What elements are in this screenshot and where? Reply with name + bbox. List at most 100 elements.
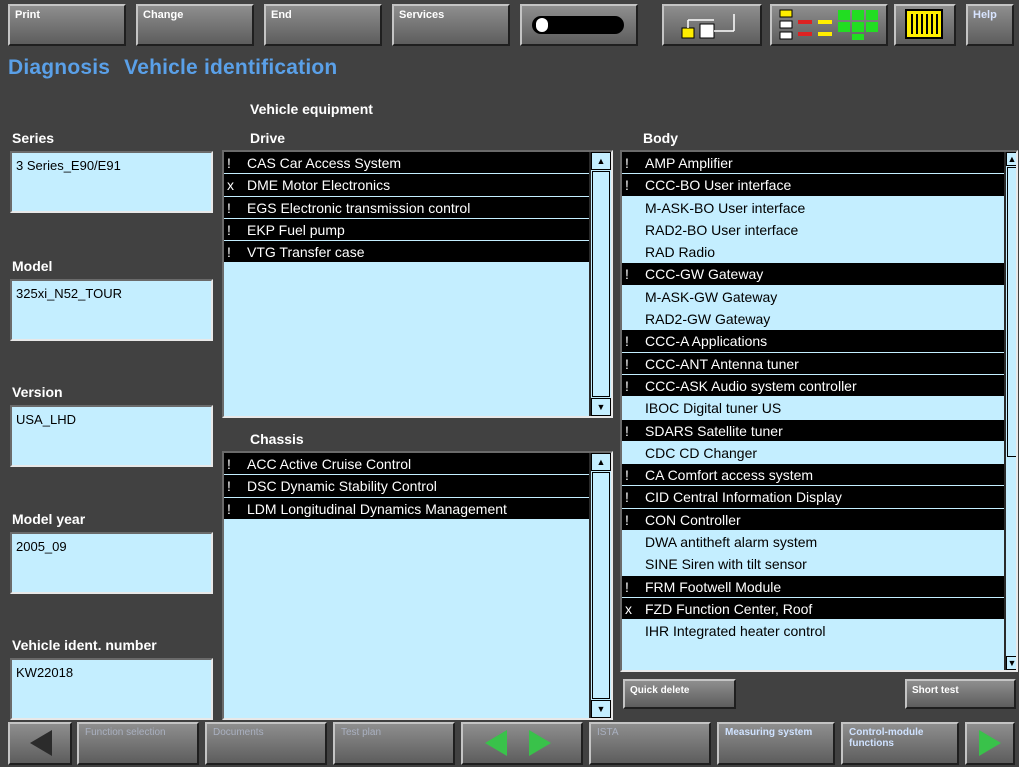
page-title: Diagnosis Vehicle identification	[8, 56, 337, 80]
list-item[interactable]: RAD2-GW Gateway	[622, 308, 1004, 330]
list-item[interactable]: CDC CD Changer	[622, 442, 1004, 464]
list-item-label: CCC-A Applications	[645, 333, 768, 350]
list-item[interactable]: ! CCC-BO User interface	[622, 174, 1004, 197]
body-list[interactable]: ! AMP Amplifier! CCC-BO User interface M-AS…	[620, 150, 1018, 672]
version-field: USA_LHD	[10, 405, 213, 467]
scroll-up-icon[interactable]: ▲	[1006, 152, 1016, 166]
list-item[interactable]: DWA antitheft alarm system	[622, 531, 1004, 553]
list-item-label: VTG Transfer case	[247, 244, 365, 261]
list-item[interactable]: M-ASK-BO User interface	[622, 197, 1004, 219]
list-item[interactable]: SINE Siren with tilt sensor	[622, 553, 1004, 575]
list-item[interactable]: ! CON Controller	[622, 508, 1004, 532]
list-item[interactable]: ! ACC Active Cruise Control	[224, 453, 589, 476]
section-title: Diagnosis	[8, 56, 111, 79]
list-item-label: IBOC Digital tuner US	[645, 400, 782, 417]
chassis-label: Chassis	[250, 431, 304, 447]
list-item[interactable]: ! VTG Transfer case	[224, 241, 589, 264]
status-mark: !	[625, 355, 629, 372]
list-item-label: FZD Function Center, Roof	[645, 600, 813, 617]
vin-field: KW22018	[10, 658, 213, 720]
green-arrow-right-icon[interactable]	[529, 730, 551, 756]
scroll-down-icon[interactable]: ▼	[1006, 656, 1016, 670]
connection-button[interactable]	[662, 4, 762, 46]
chassis-scrollbar[interactable]: ▲ ▼	[589, 453, 611, 718]
list-item[interactable]: ! CCC-A Applications	[622, 330, 1004, 353]
list-item[interactable]: M-ASK-GW Gateway	[622, 286, 1004, 308]
list-item[interactable]: ! CAS Car Access System	[224, 152, 589, 175]
measuring-system-button[interactable]: Measuring system	[717, 722, 835, 765]
status-mark: !	[227, 244, 231, 261]
scroll-up-icon[interactable]: ▲	[591, 453, 611, 471]
list-item[interactable]: ! LDM Longitudinal Dynamics Management	[224, 497, 589, 520]
end-button[interactable]: End	[264, 4, 382, 46]
list-item[interactable]: IHR Integrated heater control	[622, 620, 1004, 642]
change-button[interactable]: Change	[136, 4, 254, 46]
chassis-list[interactable]: ! ACC Active Cruise Control! DSC Dynamic S…	[222, 451, 613, 720]
status-indicator-button[interactable]	[770, 4, 888, 46]
list-item[interactable]: ! CCC-ASK Audio system controller	[622, 374, 1004, 398]
list-item-label: IHR Integrated heater control	[645, 623, 826, 640]
list-item-label: CAS Car Access System	[247, 155, 402, 171]
list-item-label: CA Comfort access system	[645, 467, 814, 484]
toggle-track	[532, 16, 624, 34]
list-item-label: DWA antitheft alarm system	[645, 534, 818, 551]
function-selection-button[interactable]: Function selection	[77, 722, 199, 765]
list-item[interactable]: x FZD Function Center, Roof	[622, 597, 1004, 621]
drive-scrollbar[interactable]: ▲ ▼	[589, 152, 611, 416]
test-plan-button[interactable]: Test plan	[333, 722, 455, 765]
list-item[interactable]: x DME Motor Electronics	[224, 174, 589, 197]
toggle-knob	[536, 18, 548, 32]
toggle-button[interactable]	[520, 4, 638, 46]
quick-delete-button[interactable]: Quick delete	[623, 679, 736, 709]
list-item[interactable]: ! CID Central Information Display	[622, 486, 1004, 509]
list-item[interactable]: IBOC Digital tuner US	[622, 397, 1004, 419]
green-arrow-left-icon[interactable]	[485, 730, 507, 756]
list-item[interactable]: ! AMP Amplifier	[622, 152, 1004, 175]
equipment-heading: Vehicle equipment	[250, 101, 373, 117]
list-item-label: CCC-GW Gateway	[645, 266, 764, 283]
list-item[interactable]: ! EGS Electronic transmission control	[224, 196, 589, 219]
status-mark: !	[625, 467, 629, 484]
list-item[interactable]: RAD2-BO User interface	[622, 219, 1004, 241]
status-mark: !	[227, 221, 231, 238]
drive-label: Drive	[250, 130, 286, 146]
list-item[interactable]: RAD Radio	[622, 241, 1004, 263]
list-item-label: RAD Radio	[645, 244, 716, 261]
status-mark: !	[227, 199, 231, 216]
scroll-up-icon[interactable]: ▲	[591, 152, 611, 170]
back-button[interactable]	[8, 722, 72, 765]
battery-button[interactable]	[894, 4, 956, 46]
help-button[interactable]: Help	[966, 4, 1014, 46]
short-test-button[interactable]: Short test	[905, 679, 1016, 709]
documents-button[interactable]: Documents	[205, 722, 327, 765]
list-item-label: M-ASK-GW Gateway	[645, 288, 778, 305]
model-year-field: 2005_09	[10, 532, 213, 594]
status-mark: !	[227, 456, 231, 472]
list-item[interactable]: ! CCC-GW Gateway	[622, 263, 1004, 286]
scroll-down-icon[interactable]: ▼	[591, 700, 611, 718]
list-item-label: CCC-BO User interface	[645, 177, 792, 194]
nav-arrows-button[interactable]	[461, 722, 583, 765]
list-item[interactable]: ! CCC-ANT Antenna tuner	[622, 352, 1004, 375]
list-item[interactable]: ! SDARS Satellite tuner	[622, 419, 1004, 442]
scroll-thumb[interactable]	[592, 171, 610, 397]
drive-list[interactable]: ! CAS Car Access System x DME Motor Electro…	[222, 150, 613, 418]
scroll-down-icon[interactable]: ▼	[591, 398, 611, 416]
status-mark: !	[625, 489, 629, 506]
list-item-label: LDM Longitudinal Dynamics Management	[247, 500, 507, 517]
battery-icon	[905, 9, 943, 39]
scroll-thumb[interactable]	[592, 472, 610, 699]
body-scrollbar[interactable]: ▲ ▼	[1004, 152, 1016, 670]
list-item-label: DSC Dynamic Stability Control	[247, 478, 437, 495]
print-button[interactable]: Print	[8, 4, 126, 46]
control-module-functions-button[interactable]: Control-module functions	[841, 722, 959, 765]
list-item[interactable]: ! EKP Fuel pump	[224, 218, 589, 242]
list-item[interactable]: ! DSC Dynamic Stability Control	[224, 475, 589, 498]
services-button[interactable]: Services	[392, 4, 510, 46]
scroll-thumb[interactable]	[1007, 167, 1016, 457]
ista-button[interactable]: ISTA	[589, 722, 711, 765]
list-item[interactable]: ! CA Comfort access system	[622, 464, 1004, 487]
list-item[interactable]: ! FRM Footwell Module	[622, 575, 1004, 598]
forward-button[interactable]	[965, 722, 1015, 765]
vin-label: Vehicle ident. number	[12, 637, 157, 653]
